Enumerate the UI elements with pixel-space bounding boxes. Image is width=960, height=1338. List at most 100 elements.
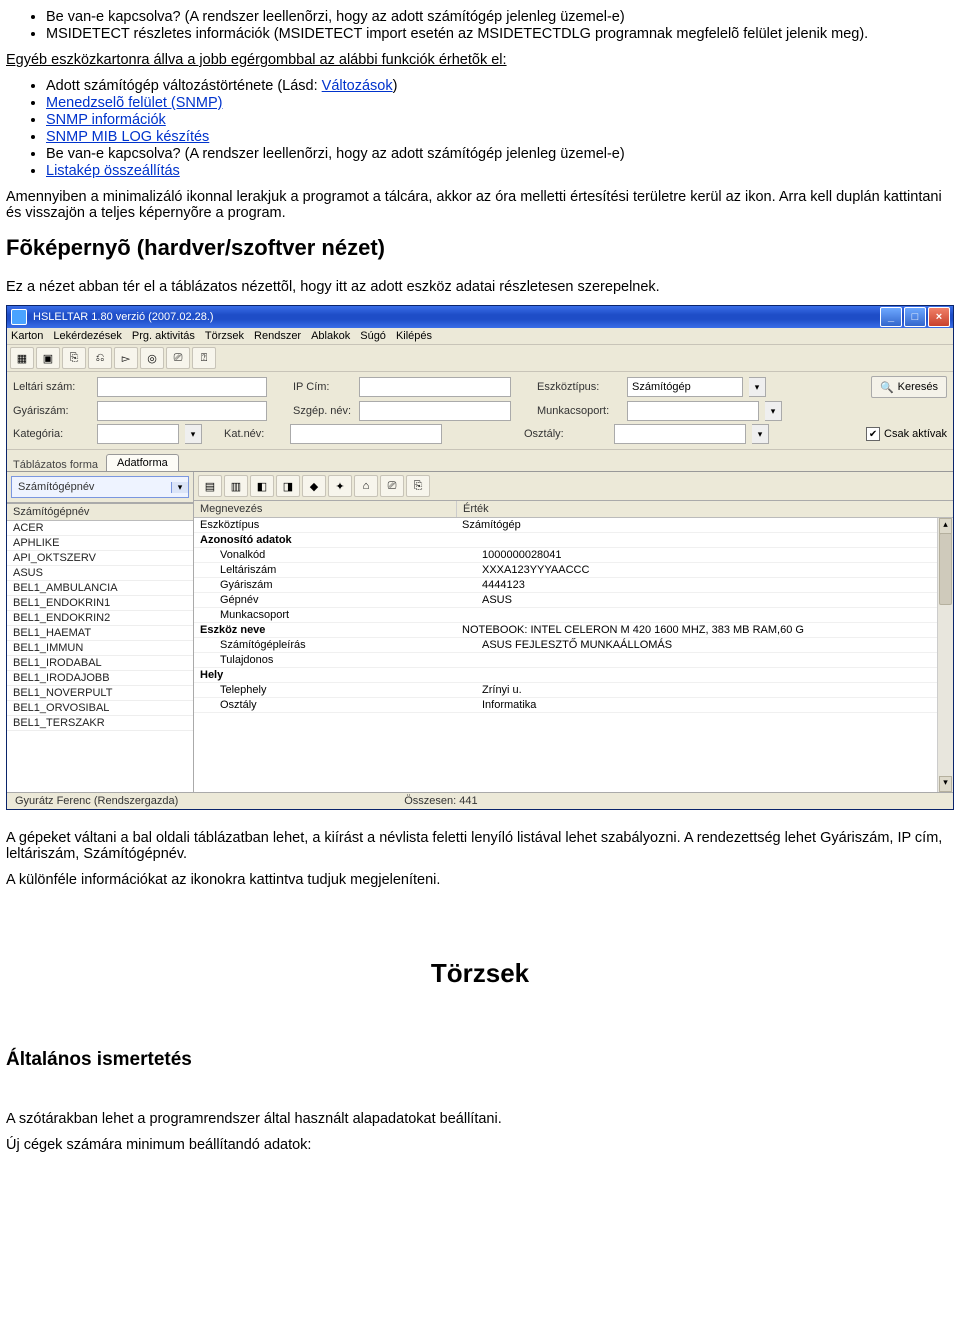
- menu-torzsek[interactable]: Törzsek: [205, 330, 244, 342]
- cell-key: Osztály: [194, 698, 476, 712]
- table-row[interactable]: Azonosító adatok: [194, 533, 953, 548]
- list-item[interactable]: BEL1_TERSZAKR: [7, 716, 193, 731]
- input-gyariszam[interactable]: [97, 401, 267, 421]
- input-ip[interactable]: [359, 377, 511, 397]
- table-row[interactable]: Gyáriszám4444123: [194, 578, 953, 593]
- toolbar-btn-2[interactable]: ▣: [36, 347, 60, 369]
- table-row[interactable]: SzámítógépleírásASUS FEJLESZTŐ MUNKAÁLLO…: [194, 638, 953, 653]
- link-listakep[interactable]: Listakép összeállítás: [46, 163, 180, 179]
- close-button[interactable]: ×: [928, 307, 950, 327]
- tab-tablazatos[interactable]: Táblázatos forma: [13, 459, 98, 471]
- paragraph-view-desc: Ez a nézet abban tér el a táblázatos néz…: [6, 279, 954, 295]
- list-item[interactable]: BEL1_IRODAJOBB: [7, 671, 193, 686]
- cell-value: NOTEBOOK: INTEL CELERON M 420 1600 MHZ, …: [456, 623, 953, 637]
- dropdown-icon[interactable]: ▾: [752, 424, 769, 444]
- input-kategoria[interactable]: [97, 424, 179, 444]
- scroll-thumb[interactable]: [939, 533, 952, 605]
- table-row[interactable]: Tulajdonos: [194, 653, 953, 668]
- input-leltari[interactable]: [97, 377, 267, 397]
- col-megnevezes[interactable]: Megnevezés: [194, 501, 457, 517]
- list-item[interactable]: BEL1_IRODABAL: [7, 656, 193, 671]
- list-item[interactable]: APHLIKE: [7, 536, 193, 551]
- tab-adatforma[interactable]: Adatforma: [106, 454, 179, 471]
- table-row[interactable]: Vonalkód1000000028041: [194, 548, 953, 563]
- input-katnev[interactable]: [290, 424, 442, 444]
- menu-prg-aktivitas[interactable]: Prg. aktivitás: [132, 330, 195, 342]
- list-item[interactable]: ACER: [7, 521, 193, 536]
- list-item[interactable]: API_OKTSZERV: [7, 551, 193, 566]
- col-ertek[interactable]: Érték: [457, 501, 953, 517]
- menu-bar: Karton Lekérdezések Prg. aktivitás Törzs…: [7, 328, 953, 345]
- list-col-header[interactable]: Számítógépnév: [7, 504, 193, 521]
- sort-combo[interactable]: Számítógépnév ▾: [11, 476, 189, 498]
- table-row[interactable]: EszköztípusSzámítógép: [194, 518, 953, 533]
- table-row[interactable]: Eszköz neveNOTEBOOK: INTEL CELERON M 420…: [194, 623, 953, 638]
- input-szgepnev[interactable]: [359, 401, 511, 421]
- list-item[interactable]: BEL1_ORVOSIBAL: [7, 701, 193, 716]
- minimize-button[interactable]: _: [880, 307, 902, 327]
- cell-key: Vonalkód: [194, 548, 476, 562]
- detail-tool-8[interactable]: ⎚: [380, 475, 404, 497]
- list-item[interactable]: ASUS: [7, 566, 193, 581]
- list-item[interactable]: BEL1_HAEMAT: [7, 626, 193, 641]
- dropdown-icon[interactable]: ▾: [185, 424, 202, 444]
- scrollbar-vertical[interactable]: ▴ ▾: [937, 518, 953, 792]
- search-button[interactable]: 🔍 Keresés: [871, 376, 947, 398]
- paragraph-tray: Amennyiben a minimalizáló ikonnal lerakj…: [6, 189, 954, 221]
- detail-tool-6[interactable]: ✦: [328, 475, 352, 497]
- label-munkacsoport: Munkacsoport:: [537, 405, 621, 417]
- detail-tool-4[interactable]: ◨: [276, 475, 300, 497]
- table-row[interactable]: GépnévASUS: [194, 593, 953, 608]
- grid-headers: Megnevezés Érték: [194, 501, 953, 518]
- detail-tool-9[interactable]: ⎘: [406, 475, 430, 497]
- dropdown-icon[interactable]: ▾: [765, 401, 782, 421]
- table-row[interactable]: Munkacsoport: [194, 608, 953, 623]
- checkbox-csak-aktivak[interactable]: ✔: [866, 427, 880, 441]
- input-osztaly[interactable]: [614, 424, 746, 444]
- status-bar: Gyurátz Ferenc (Rendszergazda) Összesen:…: [7, 792, 953, 809]
- text: Adott számítógép változástörténete (Lásd…: [46, 78, 322, 94]
- toolbar-btn-6[interactable]: ◎: [140, 347, 164, 369]
- menu-rendszer[interactable]: Rendszer: [254, 330, 301, 342]
- menu-kilepes[interactable]: Kilépés: [396, 330, 432, 342]
- toolbar-btn-7[interactable]: ⎚: [166, 347, 190, 369]
- right-pane: ▤ ▥ ◧ ◨ ◆ ✦ ⌂ ⎚ ⎘ Megnevezés Érték Eszkö…: [194, 472, 953, 792]
- menu-sugo[interactable]: Súgó: [360, 330, 386, 342]
- toolbar-btn-4[interactable]: ⎌: [88, 347, 112, 369]
- detail-tool-5[interactable]: ◆: [302, 475, 326, 497]
- list-item[interactable]: BEL1_ENDOKRIN1: [7, 596, 193, 611]
- status-user: Gyurátz Ferenc (Rendszergazda): [15, 795, 178, 807]
- link-snmp-mib-log[interactable]: SNMP MIB LOG készítés: [46, 129, 209, 145]
- cell-key: Munkacsoport: [194, 608, 476, 622]
- dropdown-icon[interactable]: ▾: [749, 377, 766, 397]
- menu-ablakok[interactable]: Ablakok: [311, 330, 350, 342]
- detail-tool-2[interactable]: ▥: [224, 475, 248, 497]
- table-row[interactable]: LeltáriszámXXXA123YYYAACCC: [194, 563, 953, 578]
- detail-tool-3[interactable]: ◧: [250, 475, 274, 497]
- toolbar-btn-8[interactable]: ⍰: [192, 347, 216, 369]
- menu-karton[interactable]: Karton: [11, 330, 43, 342]
- maximize-button[interactable]: □: [904, 307, 926, 327]
- input-munkacsoport[interactable]: [627, 401, 759, 421]
- scroll-up-icon[interactable]: ▴: [939, 518, 952, 534]
- table-row[interactable]: Hely: [194, 668, 953, 683]
- select-eszkoztipus[interactable]: Számítógép: [627, 377, 743, 397]
- table-row[interactable]: TelephelyZrínyi u.: [194, 683, 953, 698]
- menu-lekerdezesek[interactable]: Lekérdezések: [53, 330, 122, 342]
- toolbar-btn-5[interactable]: ▻: [114, 347, 138, 369]
- link-snmp-info[interactable]: SNMP információk: [46, 112, 166, 128]
- cell-key: Leltáriszám: [194, 563, 476, 577]
- list-item[interactable]: BEL1_ENDOKRIN2: [7, 611, 193, 626]
- list-item[interactable]: BEL1_IMMUN: [7, 641, 193, 656]
- detail-tool-1[interactable]: ▤: [198, 475, 222, 497]
- scroll-down-icon[interactable]: ▾: [939, 776, 952, 792]
- link-snmp-manage[interactable]: Menedzselõ felület (SNMP): [46, 95, 223, 111]
- list-item[interactable]: BEL1_NOVERPULT: [7, 686, 193, 701]
- toolbar-btn-1[interactable]: ▦: [10, 347, 34, 369]
- table-row[interactable]: OsztályInformatika: [194, 698, 953, 713]
- list-item[interactable]: BEL1_AMBULANCIA: [7, 581, 193, 596]
- link-valtozasok[interactable]: Változások: [322, 78, 393, 94]
- detail-tool-7[interactable]: ⌂: [354, 475, 378, 497]
- toolbar-btn-3[interactable]: ⎘: [62, 347, 86, 369]
- cell-value: [456, 668, 953, 682]
